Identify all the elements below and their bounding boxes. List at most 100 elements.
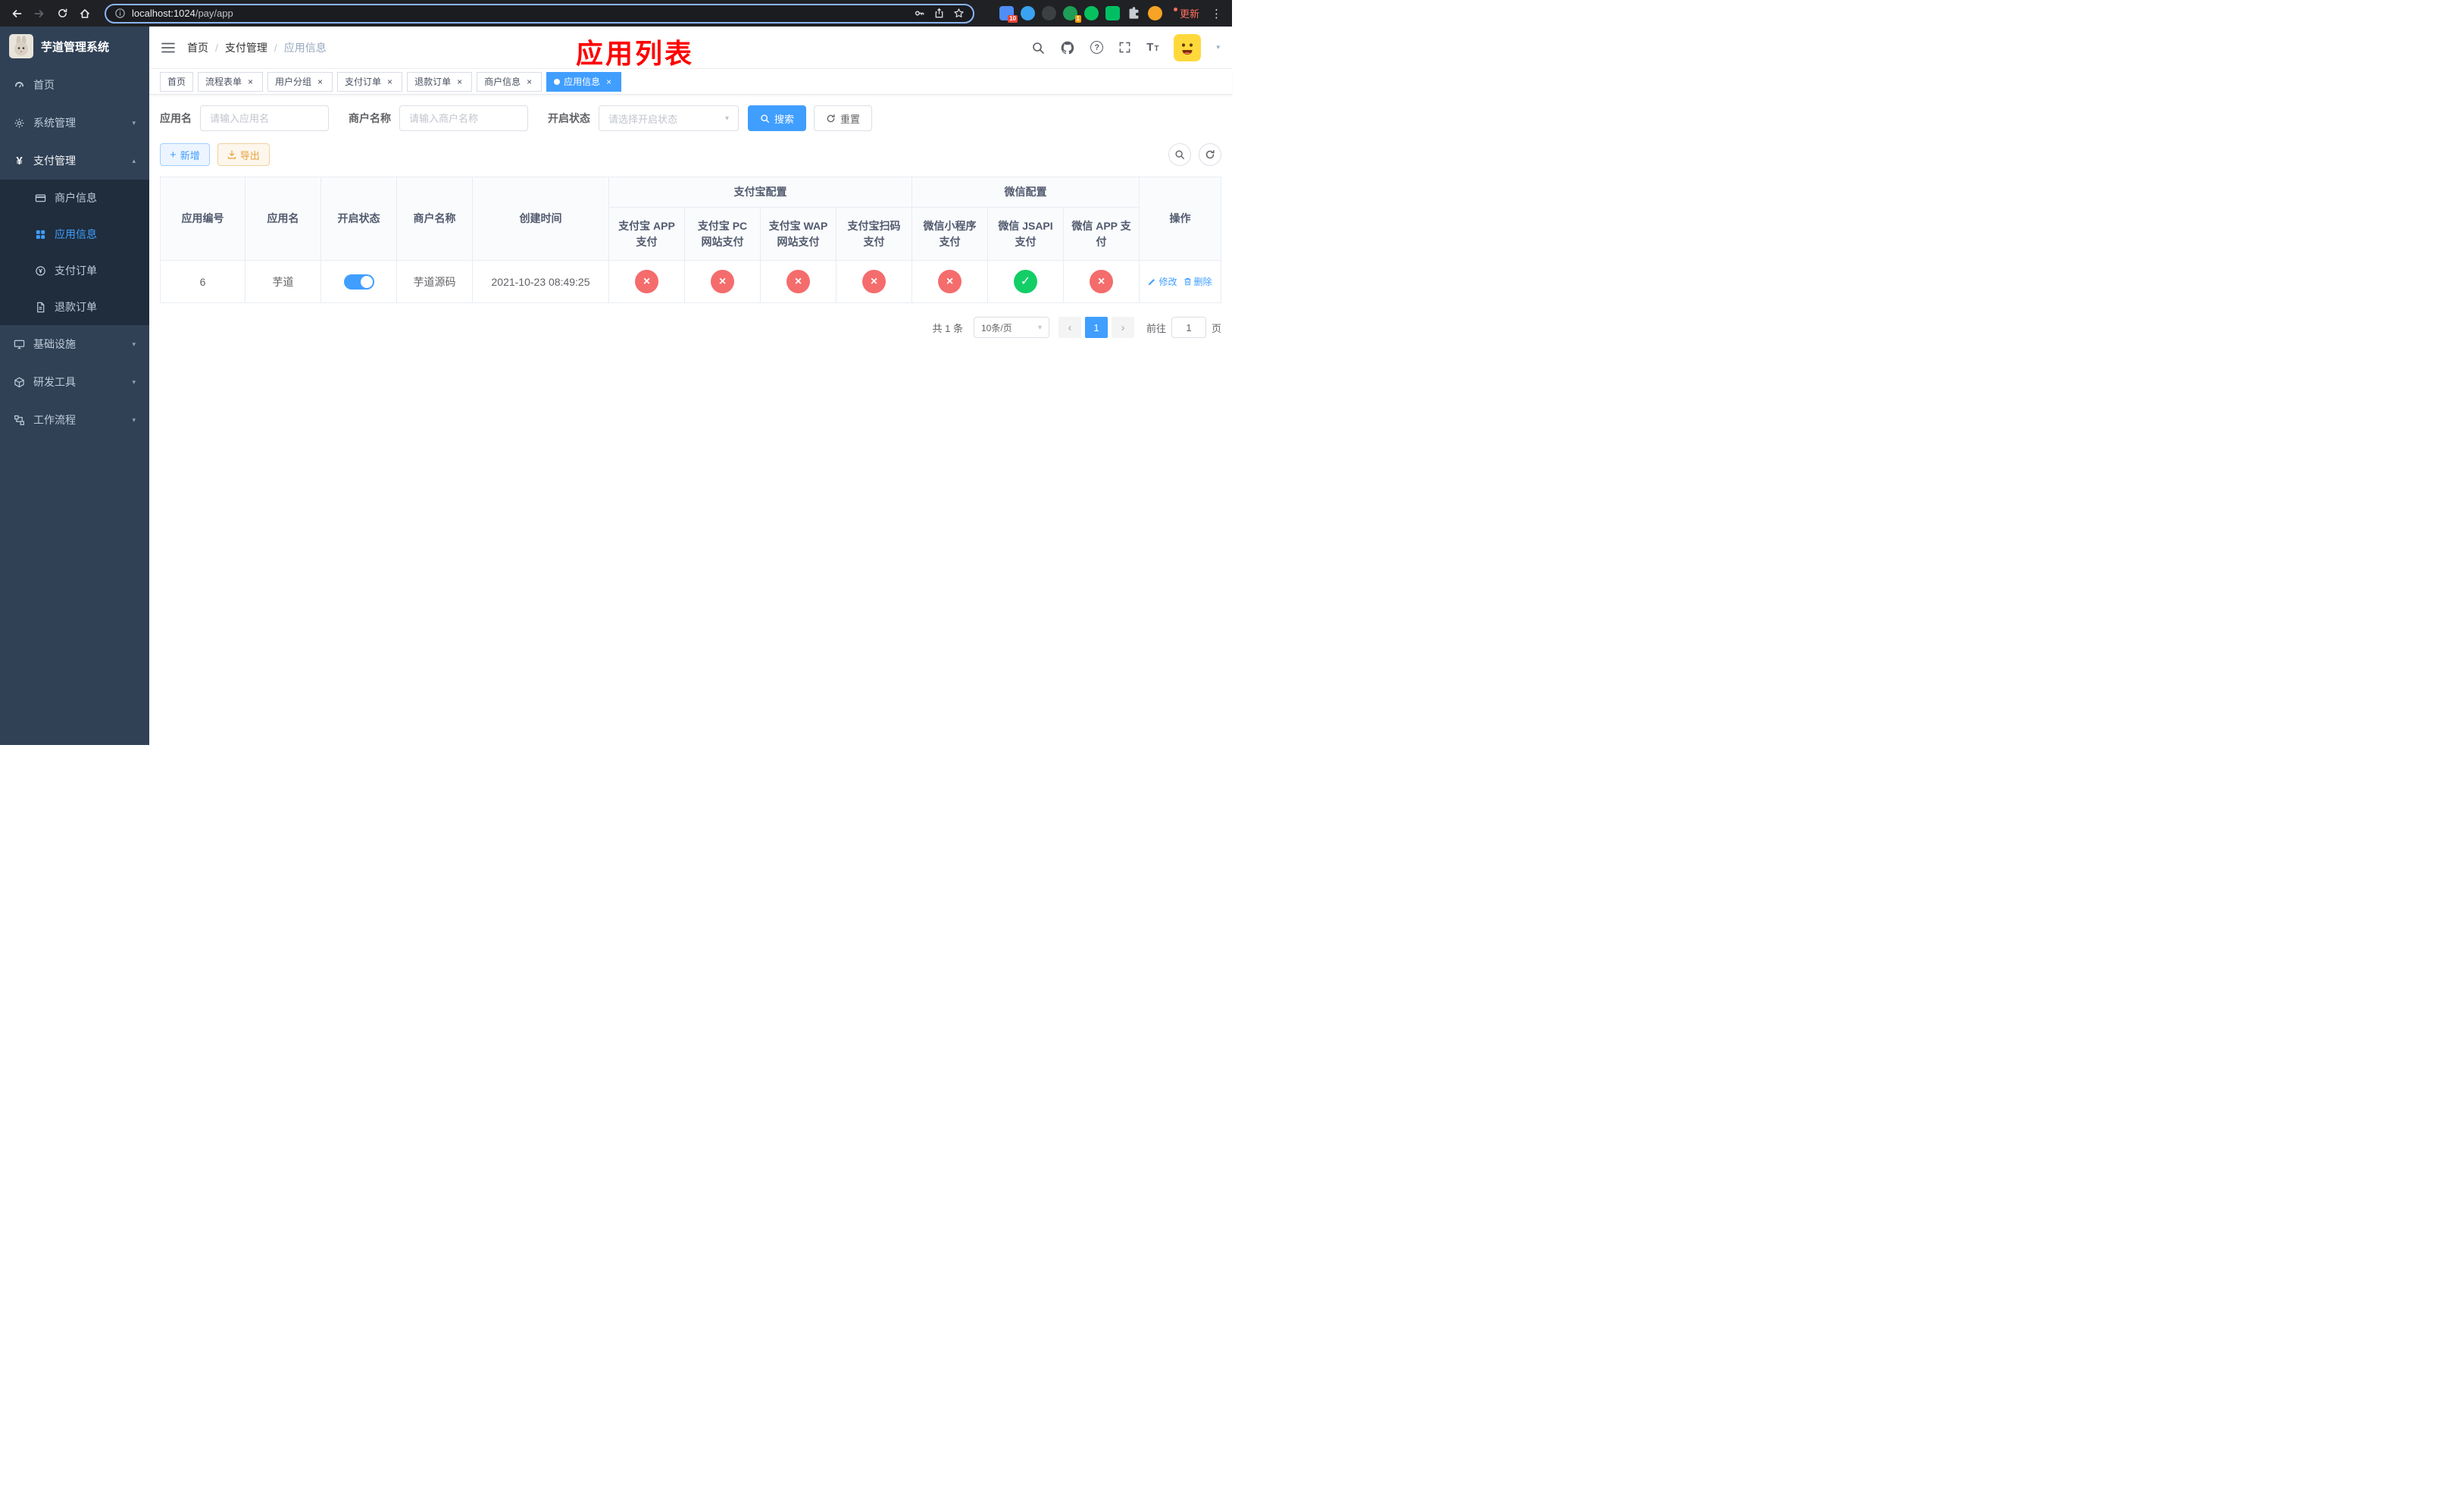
profile-avatar-icon[interactable] <box>1147 6 1162 20</box>
col-header-merchant: 商户名称 <box>396 177 473 261</box>
extension-icon-5[interactable] <box>1083 6 1099 20</box>
reset-button[interactable]: 重置 <box>814 105 873 131</box>
col-header-app-name: 应用名 <box>245 177 321 261</box>
sidebar-item-infrastructure[interactable]: 基础设施 ▾ <box>0 325 149 363</box>
forward-icon[interactable] <box>30 5 48 23</box>
tab-app-info[interactable]: 应用信息 × <box>546 71 622 92</box>
tab-pay-orders[interactable]: 支付订单 × <box>337 71 403 92</box>
search-icon[interactable] <box>1031 41 1045 55</box>
refresh-icon[interactable] <box>53 5 71 23</box>
close-icon[interactable]: × <box>455 77 464 86</box>
extension-icon-2[interactable] <box>1020 6 1035 20</box>
address-bar[interactable]: localhost:1024/pay/app <box>105 3 974 23</box>
site-info-icon[interactable] <box>114 8 126 19</box>
avatar[interactable] <box>1174 33 1202 61</box>
share-icon[interactable] <box>933 8 945 19</box>
export-button[interactable]: 导出 <box>217 143 270 166</box>
extensions-puzzle-icon[interactable] <box>1127 6 1141 20</box>
search-icon <box>1175 150 1184 159</box>
tab-user-group[interactable]: 用户分组 × <box>267 71 333 92</box>
chevron-down-icon[interactable]: ▾ <box>1216 43 1220 52</box>
breadcrumb-separator: / <box>215 41 218 54</box>
alipay-qr-pay-status-icon: × <box>862 270 886 293</box>
chevron-down-icon: ▾ <box>1037 323 1042 332</box>
page-number-current[interactable]: 1 <box>1084 317 1108 338</box>
sidebar-item-refund-orders[interactable]: 退款订单 <box>0 289 149 325</box>
edit-button[interactable]: 修改 <box>1148 275 1177 288</box>
font-size-large: T <box>1146 41 1154 54</box>
bookmark-star-icon[interactable] <box>953 8 965 19</box>
app-title: 芋道管理系统 <box>41 40 110 54</box>
hamburger-icon[interactable] <box>161 42 175 54</box>
breadcrumb-current: 应用信息 <box>283 41 327 54</box>
goto-page-input[interactable] <box>1171 317 1206 338</box>
browser-update-button[interactable]: 更新 <box>1173 6 1199 20</box>
close-icon[interactable]: × <box>385 77 395 86</box>
col-header-app-id: 应用编号 <box>160 177 245 261</box>
delete-button[interactable]: 删除 <box>1184 275 1212 288</box>
back-icon[interactable] <box>8 5 26 23</box>
refresh-table-button[interactable] <box>1199 143 1221 166</box>
status-label: 开启状态 <box>548 112 590 124</box>
font-size-icon[interactable]: TT <box>1146 42 1159 53</box>
extension-icon-1[interactable]: 10 <box>999 6 1018 23</box>
close-icon[interactable]: × <box>245 77 255 86</box>
sidebar-item-pay-orders[interactable]: 支付订单 <box>0 252 149 289</box>
tab-merchant-info[interactable]: 商户信息 × <box>477 71 543 92</box>
toggle-search-button[interactable] <box>1168 143 1191 166</box>
add-button[interactable]: + 新增 <box>160 143 210 166</box>
chevron-down-icon: ▾ <box>724 114 729 123</box>
merchant-name-input[interactable] <box>409 112 518 124</box>
cell-status <box>321 260 397 303</box>
url-text: localhost:1024/pay/app <box>132 8 908 19</box>
fullscreen-icon[interactable] <box>1118 41 1131 54</box>
extension-icon-3[interactable] <box>1041 6 1056 20</box>
sidebar-item-home[interactable]: 首页 <box>0 66 149 104</box>
browser-menu-icon[interactable]: ⋮ <box>1209 7 1224 20</box>
sidebar-item-payment[interactable]: ¥ 支付管理 ▴ <box>0 142 149 180</box>
next-page-button[interactable]: › <box>1111 317 1134 338</box>
app-name-input[interactable] <box>210 112 319 124</box>
home-icon[interactable] <box>76 5 94 23</box>
app-logo[interactable]: 芋道管理系统 <box>0 27 149 66</box>
sidebar-item-system[interactable]: 系统管理 ▾ <box>0 104 149 142</box>
tab-home[interactable]: 首页 <box>160 71 194 92</box>
alipay-app-pay-status-icon: × <box>635 270 658 293</box>
sidebar-item-workflow[interactable]: 工作流程 ▾ <box>0 401 149 439</box>
sidebar-item-merchant-info[interactable]: 商户信息 <box>0 180 149 216</box>
sidebar-item-dev-tools[interactable]: 研发工具 ▾ <box>0 363 149 401</box>
cell-actions: 修改 删除 <box>1139 260 1221 303</box>
prev-page-button[interactable]: ‹ <box>1058 317 1081 338</box>
help-icon[interactable]: ? <box>1090 41 1104 54</box>
github-icon[interactable] <box>1060 40 1075 55</box>
tab-label: 首页 <box>167 77 186 87</box>
wechat-mini-pay-status-icon: × <box>938 270 962 293</box>
tab-process-form[interactable]: 流程表单 × <box>198 71 264 92</box>
close-icon[interactable]: × <box>315 77 325 86</box>
export-button-label: 导出 <box>239 149 260 161</box>
close-icon[interactable]: × <box>604 77 614 86</box>
main-area: 应用列表 首页 / 支付管理 / 应用信息 ? T T ▾ 首页 流程表单 × … <box>149 27 1232 745</box>
breadcrumb-payment[interactable]: 支付管理 <box>225 40 267 55</box>
breadcrumb-home[interactable]: 首页 <box>187 40 208 55</box>
close-icon[interactable]: × <box>524 77 534 86</box>
goto-suffix: 页 <box>1211 322 1221 334</box>
tab-refund-orders[interactable]: 退款订单 × <box>407 71 473 92</box>
font-size-small: T <box>1154 45 1159 53</box>
status-switch[interactable] <box>343 274 374 290</box>
breadcrumb-separator: / <box>274 41 277 54</box>
group-header-wechat: 微信配置 <box>911 177 1140 208</box>
toolbox-icon <box>14 377 24 387</box>
search-button[interactable]: 搜索 <box>748 105 807 131</box>
wechat-app-pay-status-icon: × <box>1090 270 1113 293</box>
cell-app-id: 6 <box>160 260 245 303</box>
status-select[interactable]: 请选择开启状态 ▾ <box>599 105 739 131</box>
page-size-select[interactable]: 10条/页 ▾ <box>973 317 1049 338</box>
sidebar-item-app-info[interactable]: 应用信息 <box>0 216 149 252</box>
extension-icon-6[interactable] <box>1105 6 1120 20</box>
sidebar-item-label: 工作流程 <box>33 414 76 426</box>
extension-icon-4[interactable]: 1 <box>1062 6 1081 23</box>
password-key-icon[interactable] <box>914 8 925 19</box>
col-header-alipay-pc: 支付宝 PC 网站支付 <box>684 207 761 261</box>
app-name-input-wrap <box>200 105 329 131</box>
